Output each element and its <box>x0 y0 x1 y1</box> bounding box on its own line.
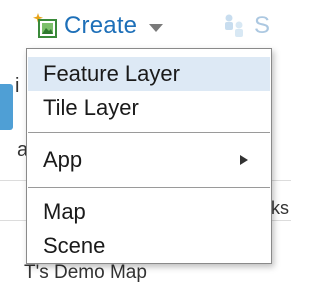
chevron-right-icon <box>240 155 248 165</box>
item-title-link[interactable]: T's Demo Map <box>24 261 147 285</box>
left-accent-bar <box>0 84 13 130</box>
menu-item-label: App <box>43 147 83 172</box>
share-label: S <box>254 12 271 39</box>
menu-separator <box>28 132 270 133</box>
menu-item-scene[interactable]: Scene <box>28 229 270 263</box>
share-icon <box>225 14 243 37</box>
create-label: Create <box>64 12 138 39</box>
menu-item-app[interactable]: App <box>28 143 270 177</box>
chevron-down-icon <box>149 24 164 32</box>
menu-item-tile-layer[interactable]: Tile Layer <box>28 91 270 125</box>
create-button[interactable]: Create <box>32 8 164 44</box>
add-content-icon <box>33 13 57 38</box>
menu-item-feature-layer[interactable]: Feature Layer <box>28 57 270 91</box>
menu-separator <box>28 187 270 188</box>
content-toolbar: Create S <box>0 0 291 48</box>
background-text-fragment: i <box>15 75 20 97</box>
create-dropdown-menu: Feature Layer Tile Layer App Map Scene <box>26 48 272 264</box>
background-text-fragment: ks <box>271 198 289 218</box>
share-button[interactable]: S <box>222 8 270 44</box>
menu-item-map[interactable]: Map <box>28 195 270 229</box>
